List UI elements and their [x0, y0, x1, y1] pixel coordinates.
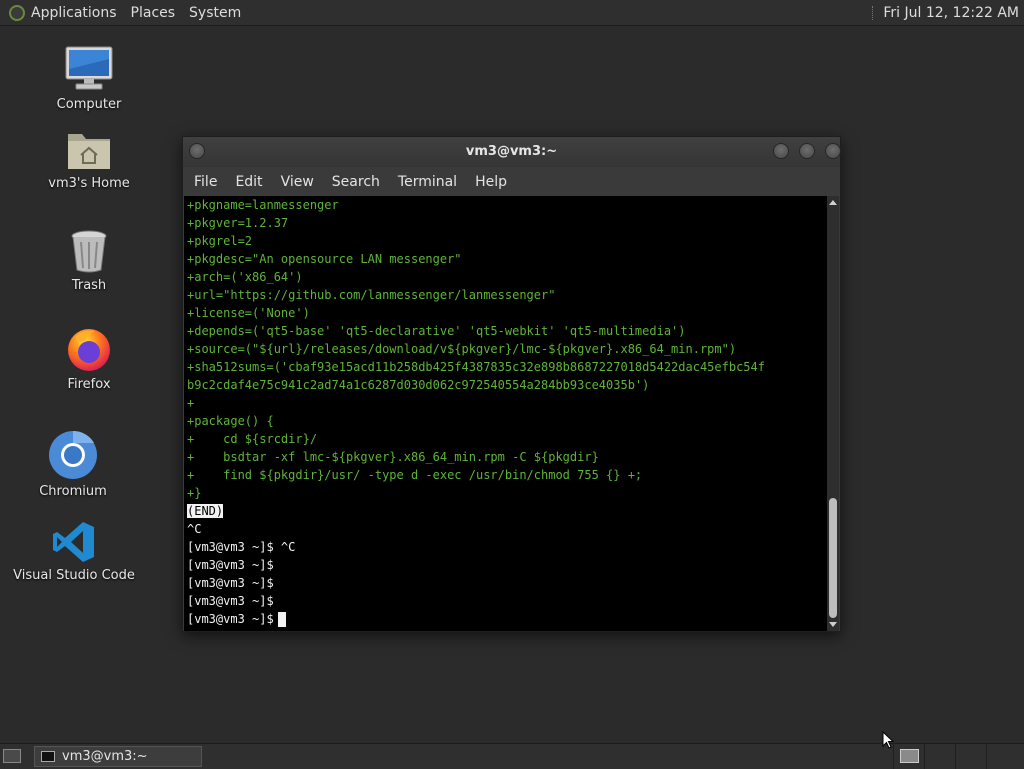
workspace-2[interactable] [924, 744, 955, 769]
menu-places[interactable]: Places [131, 5, 176, 21]
maximize-button[interactable] [799, 143, 815, 159]
menu-system[interactable]: System [189, 5, 241, 21]
menu-applications[interactable]: Applications [31, 5, 117, 21]
chromium-icon [49, 430, 97, 479]
desktop-icon-label: Visual Studio Code [13, 568, 135, 583]
terminal-line: +depends=('qt5-base' 'qt5-declarative' '… [187, 324, 686, 338]
terminal-menubar: File Edit View Search Terminal Help [183, 167, 840, 196]
prompt-line[interactable]: [vm3@vm3 ~]$ [184, 610, 827, 628]
scrollbar-thumb[interactable] [829, 498, 837, 618]
desktop-icon-label: vm3's Home [48, 176, 130, 191]
close-button[interactable] [825, 143, 841, 159]
top-panel: Applications Places System Fri Jul 12, 1… [0, 0, 1024, 26]
terminal-line: +url="https://github.com/lanmessenger/la… [187, 288, 556, 302]
trash-icon [71, 230, 107, 273]
terminal-line: + find ${pkgdir}/usr/ -type d -exec /usr… [187, 468, 643, 482]
desktop-icon-chromium[interactable]: Chromium [39, 430, 107, 499]
terminal-line: +pkgdesc="An opensource LAN messenger" [187, 252, 462, 266]
menu-view[interactable]: View [281, 174, 314, 190]
panel-grip-icon [872, 5, 876, 20]
terminal-line: + [187, 396, 195, 410]
workspace-3[interactable] [955, 744, 986, 769]
scroll-up-arrow-icon[interactable] [829, 200, 837, 205]
window-menu-button[interactable] [189, 143, 205, 159]
workspace-1[interactable] [893, 744, 924, 769]
terminal-window[interactable]: vm3@vm3:~ File Edit View Search Terminal… [182, 136, 841, 632]
terminal-scrollbar[interactable] [827, 196, 839, 631]
desktop-icon-trash[interactable]: Trash [55, 228, 123, 293]
menu-edit[interactable]: Edit [235, 174, 262, 190]
terminal-line: +license=('None') [187, 306, 310, 320]
scroll-down-arrow-icon[interactable] [829, 622, 837, 627]
desktop-icon-vscode[interactable]: Visual Studio Code [13, 520, 135, 583]
terminal-line: [vm3@vm3 ~]$ [187, 576, 274, 590]
menu-file[interactable]: File [194, 174, 217, 190]
terminal-line: +} [187, 486, 202, 500]
mouse-cursor-icon [882, 731, 894, 749]
show-desktop-icon[interactable] [3, 749, 21, 763]
terminal-line: ^C [187, 522, 202, 536]
menu-terminal[interactable]: Terminal [398, 174, 457, 190]
menu-help[interactable]: Help [475, 174, 507, 190]
terminal-line: +sha512sums=('cbaf93e15acd11b258db425f43… [187, 360, 765, 374]
terminal-line: +package() { [187, 414, 274, 428]
home-folder-icon [68, 134, 110, 169]
prompt-text: [vm3@vm3 ~]$ [187, 612, 274, 626]
window-titlebar[interactable]: vm3@vm3:~ [183, 137, 841, 167]
minimize-button[interactable] [773, 143, 789, 159]
pager-end-marker: (END) [187, 504, 224, 518]
distro-logo-icon[interactable] [9, 4, 25, 21]
terminal-line: [vm3@vm3 ~]$ [187, 558, 274, 572]
taskbar-item-label: vm3@vm3:~ [62, 749, 148, 764]
pager-end-line: (END) [184, 502, 827, 520]
desktop-icon-label: Chromium [39, 484, 107, 499]
terminal-output[interactable]: +pkgname=lanmessenger +pkgver=1.2.37 +pk… [184, 196, 827, 631]
desktop-icon-computer[interactable]: Computer [55, 45, 123, 112]
bottom-panel: vm3@vm3:~ [0, 743, 1024, 769]
terminal-icon [41, 751, 55, 762]
terminal-line: +pkgrel=2 [187, 234, 253, 248]
taskbar-item-terminal[interactable]: vm3@vm3:~ [34, 746, 202, 767]
desktop-icon-label: Computer [56, 97, 122, 112]
workspace-switcher [893, 744, 1017, 769]
terminal-line: + bsdtar -xf lmc-${pkgver}.x86_64_min.rp… [187, 450, 599, 464]
terminal-line: [vm3@vm3 ~]$ [187, 594, 274, 608]
window-title: vm3@vm3:~ [465, 144, 558, 159]
terminal-line: +pkgname=lanmessenger [187, 198, 339, 212]
menu-search[interactable]: Search [332, 174, 380, 190]
desktop-icon-label: Trash [71, 278, 107, 293]
terminal-line: b9c2cdaf4e75c941c2ad74a1c6287d030d062c97… [187, 378, 650, 392]
firefox-icon [68, 329, 110, 371]
terminal-line: [vm3@vm3 ~]$ ^C [187, 540, 296, 554]
desktop-icon-label: Firefox [67, 377, 111, 392]
clock-area: Fri Jul 12, 12:22 AM [872, 0, 1019, 25]
computer-icon [65, 46, 113, 90]
workspace-4[interactable] [986, 744, 1017, 769]
terminal-line: +source=("${url}/releases/download/v${pk… [187, 342, 737, 356]
clock[interactable]: Fri Jul 12, 12:22 AM [883, 5, 1019, 21]
text-cursor [277, 612, 286, 627]
terminal-line: +pkgver=1.2.37 [187, 216, 289, 230]
terminal-line: + cd ${srcdir}/ [187, 432, 318, 446]
vscode-icon [53, 522, 94, 562]
desktop-icon-firefox[interactable]: Firefox [55, 325, 123, 392]
terminal-line: +arch=('x86_64') [187, 270, 303, 284]
desktop-icon-home[interactable]: vm3's Home [45, 128, 133, 191]
